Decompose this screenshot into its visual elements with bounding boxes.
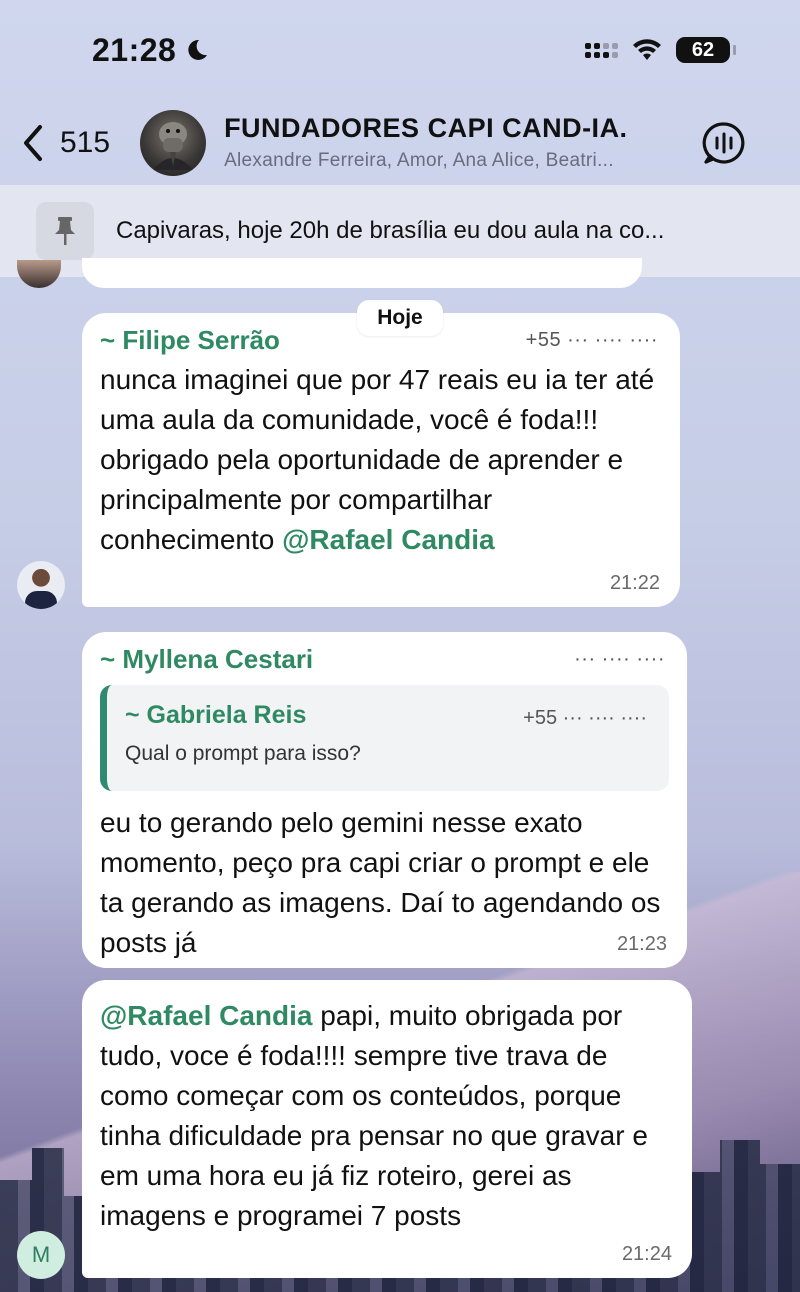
wifi-icon [633, 39, 661, 60]
quoted-text: Qual o prompt para isso? [125, 742, 361, 765]
moon-icon [188, 39, 208, 60]
message-text: @Rafael Candia papi, muito obrigada por … [100, 1000, 648, 1231]
chevron-left-icon [24, 124, 42, 161]
avatar[interactable]: M [17, 1231, 65, 1279]
message-sender-phone: ··· ···· ···· [574, 648, 665, 670]
quoted-message[interactable]: ~ Gabriela Reis +55 ··· ···· ···· Qual o… [100, 685, 669, 791]
avatar[interactable] [17, 260, 61, 288]
message-text: nunca imaginei que por 47 reais eu ia te… [100, 364, 655, 555]
group-title[interactable]: FUNDADORES CAPI CAND-IA. [224, 113, 694, 144]
back-button[interactable]: 515 [20, 123, 110, 163]
status-time: 21:28 [92, 31, 177, 68]
status-bar: 21:28 62 [0, 0, 800, 100]
message-bubble-partial[interactable] [82, 258, 642, 288]
quoted-sender-phone: +55 ··· ···· ···· [523, 707, 647, 729]
avatar[interactable] [17, 561, 65, 609]
group-avatar[interactable] [140, 109, 207, 176]
group-members[interactable]: Alexandre Ferreira, Amor, Ana Alice, Bea… [224, 150, 694, 172]
unread-count: 515 [60, 125, 111, 159]
mention-link[interactable]: @Rafael Candia [100, 1000, 312, 1031]
message-time: 21:23 [616, 933, 667, 955]
chat-header: 515 FUNDADORES CAPI CAND-IA. Alexandre F… [0, 100, 800, 185]
pin-icon-container [36, 202, 94, 260]
voice-chat-icon[interactable] [702, 121, 746, 165]
cellular-signal-icon [585, 42, 618, 58]
date-separator: Hoje [357, 300, 443, 336]
capybara-avatar-icon [153, 121, 194, 170]
message-time: 21:24 [621, 1243, 672, 1265]
battery-indicator: 62 [676, 37, 736, 63]
message-time: 21:22 [609, 572, 660, 594]
mention-link[interactable]: @Rafael Candia [282, 524, 494, 555]
message-bubble[interactable]: @Rafael Candia papi, muito obrigada por … [82, 980, 692, 1278]
message-text: eu to gerando pelo gemini nesse exato mo… [100, 807, 661, 958]
pinned-message-text: Capivaras, hoje 20h de brasília eu dou a… [116, 217, 665, 244]
message-bubble[interactable]: ~ Myllena Cestari ··· ···· ···· ~ Gabrie… [82, 632, 687, 968]
message-bubble[interactable]: ~ Filipe Serrão +55 ··· ···· ···· nunca … [82, 313, 680, 607]
pin-icon [55, 217, 75, 245]
message-sender-phone: +55 ··· ···· ···· [525, 329, 658, 351]
